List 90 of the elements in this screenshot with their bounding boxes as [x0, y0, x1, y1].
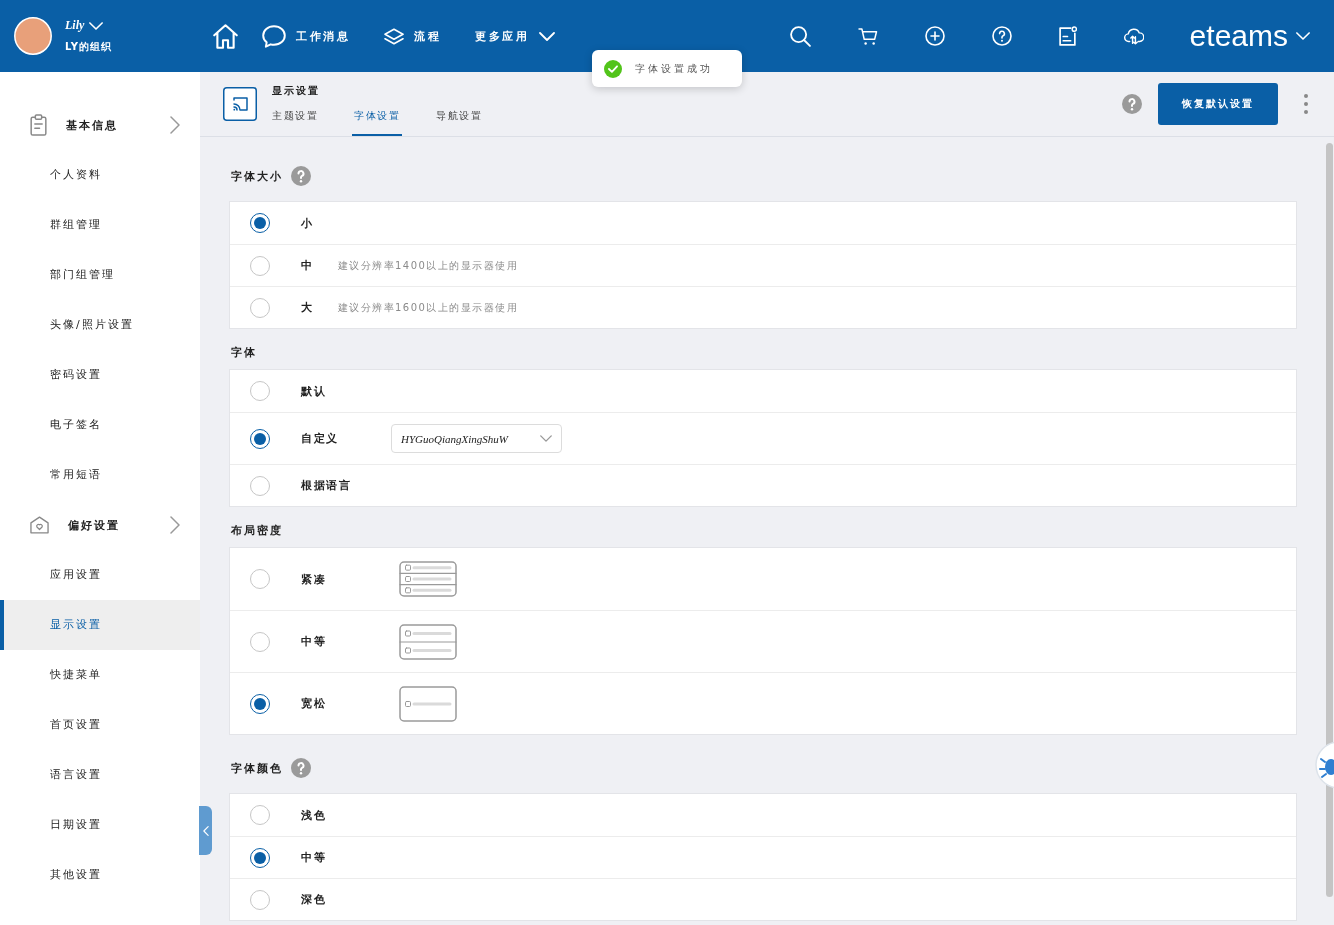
chat-bubble-icon: [262, 24, 286, 48]
option-label: 浅色: [301, 807, 326, 823]
sidebar-item[interactable]: 快捷菜单: [0, 650, 200, 700]
house-heart-icon: [30, 516, 49, 534]
clipboard-icon: [30, 114, 47, 136]
hint-text: 建议分辨率1600以上的显示器使用: [337, 300, 519, 315]
radio-button[interactable]: [250, 889, 270, 910]
radio-button[interactable]: [250, 693, 270, 714]
tab[interactable]: 导航设置: [434, 106, 484, 136]
option-label: 小: [301, 215, 314, 231]
sidebar-group-label[interactable]: 偏好设置: [68, 517, 120, 533]
option-label: 默认: [301, 383, 326, 399]
radio-button[interactable]: [250, 213, 270, 233]
list-layout-icon: [399, 561, 457, 597]
help-icon[interactable]: [1122, 94, 1142, 114]
section-title: 布局密度: [231, 522, 283, 538]
sidebar-item[interactable]: 群组管理: [0, 200, 200, 250]
option-label: 中: [301, 258, 314, 273]
list-layout-icon: [399, 623, 457, 660]
section-title: 字体大小: [231, 168, 283, 184]
sidebar-item[interactable]: 头像/照片设置: [0, 300, 200, 350]
avatar-icon: [14, 17, 52, 55]
option-label: 中等: [301, 634, 327, 649]
help-icon[interactable]: [291, 758, 311, 778]
option-label: 中等: [301, 850, 326, 865]
cloud-sync-icon[interactable]: [1123, 27, 1144, 45]
radio-button[interactable]: [250, 847, 270, 868]
radio-button[interactable]: [250, 428, 270, 449]
sidebar-item[interactable]: 日期设置: [0, 800, 200, 850]
collapse-sidebar-button[interactable]: [199, 806, 212, 855]
option-label: 大: [301, 300, 314, 315]
toast-message: 字体设置成功: [635, 61, 713, 76]
tab[interactable]: 字体设置: [352, 106, 402, 136]
scrollbar[interactable]: [1326, 143, 1333, 897]
sidebar-item[interactable]: 其他设置: [0, 850, 200, 900]
option-label: 根据语言: [301, 478, 351, 493]
option-label: 紧凑: [301, 571, 327, 587]
option-label: 宽松: [301, 696, 327, 711]
sidebar-item[interactable]: 电子签名: [0, 400, 200, 450]
search-icon[interactable]: [789, 25, 811, 47]
help-icon[interactable]: [991, 26, 1012, 46]
cast-icon: [223, 87, 257, 121]
bug-icon[interactable]: [1314, 740, 1334, 790]
radio-button[interactable]: [250, 255, 270, 276]
more-icon[interactable]: [1304, 94, 1308, 114]
sidebar-item[interactable]: 应用设置: [0, 550, 200, 600]
radio-button[interactable]: [250, 381, 270, 401]
user-name[interactable]: Lily: [65, 18, 85, 33]
page-title: 显示设置: [272, 84, 321, 98]
chevron-left-icon: [202, 825, 209, 836]
layers-icon: [384, 27, 404, 45]
radio-button[interactable]: [250, 805, 270, 825]
list-layout-icon: [399, 685, 457, 722]
tab[interactable]: 主题设置: [270, 106, 320, 136]
radio-button[interactable]: [250, 631, 270, 652]
option-label: 自定义: [301, 431, 340, 446]
help-icon[interactable]: [291, 166, 311, 186]
radio-button[interactable]: [250, 475, 270, 496]
radio-button[interactable]: [250, 297, 270, 318]
section-title: 字体: [231, 344, 257, 360]
cart-icon[interactable]: [857, 27, 878, 45]
sidebar-item[interactable]: 个人资料: [0, 150, 200, 200]
nav-item[interactable]: 流程: [384, 27, 441, 45]
radio-button[interactable]: [250, 569, 270, 589]
chevron-right-icon[interactable]: [170, 116, 180, 134]
sidebar-item[interactable]: 显示设置: [0, 600, 200, 650]
option-label: 深色: [301, 892, 326, 907]
nav-item[interactable]: 工作消息: [262, 24, 350, 48]
home-icon[interactable]: [213, 23, 238, 49]
sidebar-item[interactable]: 常用短语: [0, 450, 200, 500]
plus-circle-icon[interactable]: [924, 26, 945, 46]
section-title: 字体颜色: [231, 760, 283, 776]
check-circle-icon: [604, 59, 622, 78]
chevron-down-icon: [1296, 32, 1310, 40]
brand-switcher[interactable]: eteams: [1189, 19, 1310, 53]
sidebar-item[interactable]: 密码设置: [0, 350, 200, 400]
chevron-down-icon: [539, 31, 555, 41]
font-dropdown[interactable]: HYGuoQiangXingShuW: [391, 424, 562, 453]
chevron-right-icon[interactable]: [170, 516, 180, 534]
note-icon[interactable]: [1058, 26, 1077, 46]
chevron-down-icon: [540, 435, 552, 442]
sidebar-group-label[interactable]: 基本信息: [66, 117, 118, 133]
reset-defaults-button[interactable]: 恢复默认设置: [1158, 83, 1278, 125]
organization-name: LY的组织: [65, 40, 113, 54]
hint-text: 建议分辨率1400以上的显示器使用: [337, 258, 519, 273]
sidebar-item[interactable]: 部门组管理: [0, 250, 200, 300]
sidebar-item[interactable]: 语言设置: [0, 750, 200, 800]
nav-item[interactable]: 更多应用: [475, 28, 555, 44]
sidebar-item[interactable]: 首页设置: [0, 700, 200, 750]
chevron-down-icon[interactable]: [89, 21, 104, 30]
